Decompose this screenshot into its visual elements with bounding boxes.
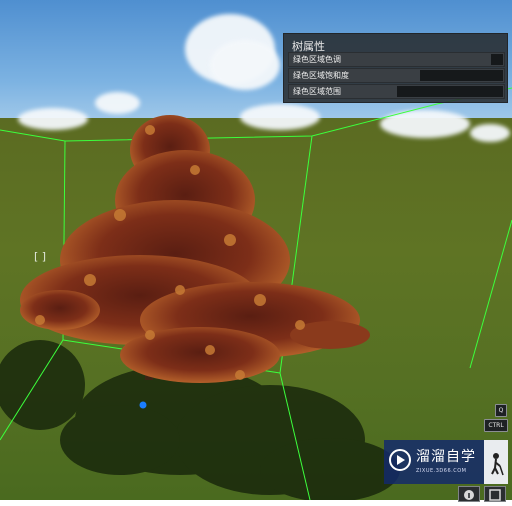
watermark-name: 溜溜自学 <box>416 449 476 465</box>
property-row-hue[interactable]: 绿色区域色调 <box>288 52 505 67</box>
property-label: 绿色区域饱和度 <box>293 71 349 80</box>
property-row-saturation[interactable]: 绿色区域饱和度 <box>288 68 505 83</box>
saturation-slider[interactable] <box>420 70 503 81</box>
watermark: 溜溜自学 ZIXUE.3D66.COM <box>384 440 508 484</box>
property-label: 绿色区域范围 <box>293 87 341 96</box>
range-slider[interactable] <box>397 86 503 97</box>
property-row-range[interactable]: 绿色区域范围 <box>288 84 505 99</box>
autumn-tree[interactable] <box>20 115 370 383</box>
pivot-gizmo[interactable] <box>139 401 147 409</box>
watermark-url: ZIXUE.3D66.COM <box>416 468 467 474</box>
hue-slider[interactable] <box>491 54 503 65</box>
tree-properties-panel: 树属性 绿色区域色调 绿色区域饱和度 绿色区域范围 <box>283 33 508 103</box>
property-label: 绿色区域色调 <box>293 55 341 64</box>
play-logo-icon <box>389 449 411 471</box>
key-hint-ctrl: CTRL <box>484 419 508 432</box>
key-hint-q: Q <box>495 404 507 417</box>
bracket-cursor-icon: [ ] <box>34 250 47 263</box>
person-digging-icon <box>484 440 508 484</box>
